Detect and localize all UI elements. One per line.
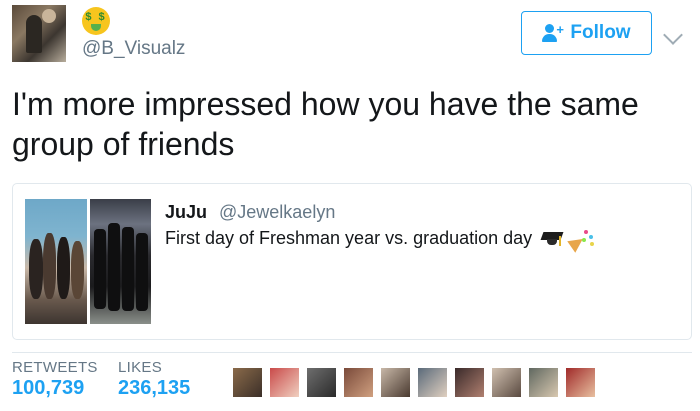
quoted-tweet-text: First day of Freshman year vs. graduatio… <box>165 228 533 248</box>
graduation-cap-icon <box>540 230 564 248</box>
liker-avatar[interactable] <box>307 368 336 397</box>
author-avatar[interactable] <box>12 5 66 62</box>
liker-avatar[interactable] <box>529 368 558 397</box>
liker-avatar[interactable] <box>566 368 595 397</box>
follow-button-label: Follow <box>570 22 631 43</box>
liker-avatar[interactable] <box>492 368 521 397</box>
freshman-group-photo <box>25 199 87 324</box>
follow-user-plus-icon: + <box>542 23 564 42</box>
liker-avatar[interactable] <box>270 368 299 397</box>
author-handle[interactable]: @B_Visualz <box>82 38 185 60</box>
retweets-label: RETWEETS <box>12 359 98 376</box>
liker-avatar[interactable] <box>233 368 262 397</box>
likes-count[interactable]: 236,135 <box>118 377 190 400</box>
party-popper-icon <box>567 228 595 253</box>
retweets-count[interactable]: 100,739 <box>12 377 84 400</box>
liker-avatar[interactable] <box>344 368 373 397</box>
liker-avatar[interactable] <box>455 368 484 397</box>
liker-avatars <box>233 368 595 398</box>
graduation-group-photo <box>90 199 151 324</box>
liker-avatar[interactable] <box>418 368 447 397</box>
stats-divider <box>12 352 692 353</box>
avatar-figure-head <box>42 9 56 23</box>
money-mouth-face-icon: $ $ <box>82 7 110 35</box>
chevron-down-icon[interactable] <box>663 25 683 45</box>
follow-button[interactable]: + Follow <box>521 11 652 55</box>
quoted-author-handle[interactable]: @Jewelkaelyn <box>219 202 335 223</box>
tweet-text: I'm more impressed how you have the same… <box>12 86 639 162</box>
avatar-figure <box>26 15 42 53</box>
likes-label: LIKES <box>118 359 163 376</box>
quoted-author-name[interactable]: JuJu <box>165 202 207 223</box>
quoted-tweet-card[interactable]: JuJu @Jewelkaelyn First day of Freshman … <box>12 183 692 340</box>
liker-avatar[interactable] <box>381 368 410 397</box>
quoted-tweet-text-line: First day of Freshman year vs. graduatio… <box>165 228 595 253</box>
